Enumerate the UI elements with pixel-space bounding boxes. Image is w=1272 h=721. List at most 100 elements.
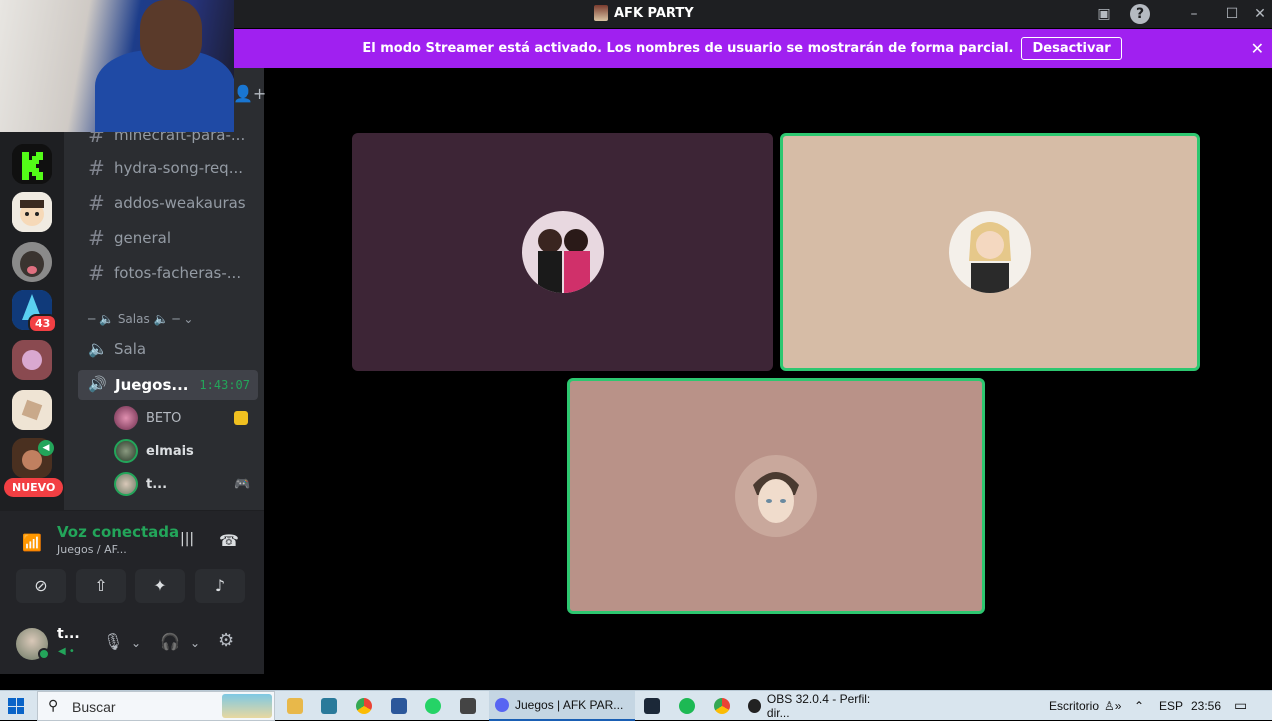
member-name: t... [146,476,168,492]
voice-channel-name: Sala [114,339,147,358]
activities-icon: ✦ [153,576,167,595]
activity-icon [234,411,248,425]
category-label: Salas [117,312,150,326]
desktop-toolbar[interactable]: Escritorio [1049,699,1099,713]
add-member-icon[interactable]: 👤+ [233,84,266,103]
windows-start-icon[interactable] [8,698,24,714]
channel-list: # minecraft-para-... # hydra-song-req... #… [64,68,264,510]
voice-channel-juegos[interactable]: 🔊 Juegos... 1:43:07 [78,370,258,400]
voice-activity-icon: ◀ [38,440,54,456]
server-kick[interactable] [12,144,52,184]
user-name[interactable]: t... [57,626,80,642]
signal-icon[interactable]: 📶 [22,533,42,552]
server-cartoon[interactable] [12,192,52,232]
obs-icon [748,699,761,713]
speaker-icon: 🔈 ─ ⌄ [153,312,194,326]
language-indicator[interactable]: ESP [1159,699,1183,713]
clock[interactable]: 23:56 [1191,699,1221,713]
taskbar-search[interactable]: ⚲ Buscar [37,691,275,721]
camera-button[interactable]: ⊘ [16,569,66,603]
online-status-icon [38,648,50,660]
participant-tile-2[interactable] [780,133,1200,371]
whatsapp-icon[interactable] [425,698,441,714]
streamer-mode-message: El modo Streamer está activado. Los nomb… [362,41,1014,56]
chevron-down-icon[interactable]: ⌄ [190,636,200,650]
server-pink[interactable] [12,340,52,380]
task-label: Juegos | AFK PAR... [515,698,624,712]
deactivate-button[interactable]: Desactivar [1021,37,1122,60]
avatar [114,439,138,463]
voice-member[interactable]: elmais [114,439,194,463]
member-name: BETO [146,410,182,426]
voice-member[interactable]: BETO [114,406,248,430]
maximize-icon[interactable]: ☐ [1222,4,1242,24]
voice-member[interactable]: t... 🎮 [114,472,250,496]
hash-icon: # [88,156,105,180]
participant-tile-1[interactable] [352,133,773,371]
tray-app-icon[interactable]: ♙» [1104,699,1121,713]
search-placeholder: Buscar [72,699,116,715]
window-title-text: AFK PARTY [614,5,694,21]
soundboard-button[interactable]: ♪ [195,569,245,603]
hash-icon: # [88,261,105,285]
help-icon[interactable]: ? [1130,4,1150,24]
speaker-icon: 🔊 [88,375,107,393]
settings-gear-icon[interactable]: ⚙ [218,630,234,651]
noise-suppression-icon[interactable]: ||| [180,531,194,547]
category-salas[interactable]: ─ 🔈 Salas 🔈 ─ ⌄ [88,312,193,326]
participant-tile-3[interactable] [567,378,985,614]
channel-name: general [114,229,172,247]
server-icon [594,5,608,21]
taskbar-obs[interactable]: OBS 32.0.4 - Perfil: dir... [742,691,892,721]
screen-share-icon[interactable]: ▣ [1094,4,1114,24]
channel-hydra[interactable]: # hydra-song-req... [88,156,243,180]
chrome-icon[interactable] [714,698,730,714]
notification-icon[interactable]: ▭ [1234,697,1247,714]
chevron-down-icon[interactable]: ⌄ [131,636,141,650]
search-icon: ⚲ [48,697,59,713]
minimize-icon[interactable]: – [1184,4,1204,24]
steam-icon[interactable] [644,698,660,714]
channel-name: hydra-song-req... [114,159,244,177]
task-label: OBS 32.0.4 - Perfil: dir... [766,692,871,720]
word-icon[interactable] [391,698,407,714]
app-icon[interactable] [321,698,337,714]
participant-avatar [735,455,817,537]
chrome-icon[interactable] [356,698,372,714]
windows-taskbar: ⚲ Buscar Juegos | AFK PAR... OBS 32.0.4 … [0,690,1272,721]
channel-name: addos-weakauras [114,194,246,212]
voice-location[interactable]: Juegos / AF... [57,543,127,556]
server-beige[interactable] [12,390,52,430]
spotify-icon[interactable] [679,698,695,714]
activities-button[interactable]: ✦ [135,569,185,603]
share-screen-button[interactable]: ⇧ [76,569,126,603]
close-banner-icon[interactable]: ✕ [1251,39,1264,58]
mention-count-badge: 43 [28,314,58,333]
beige-logo-icon [12,390,52,430]
disconnect-icon[interactable]: ☎ [219,531,239,550]
participant-avatar [949,211,1031,293]
chevron-up-icon[interactable]: ⌃ [1134,699,1144,713]
speaker-icon: ─ 🔈 [88,312,114,326]
app-icon[interactable] [460,698,476,714]
webcam-overlay [0,0,234,132]
new-badge[interactable]: NUEVO [4,478,64,497]
window-title: AFK PARTY [594,5,694,21]
close-window-icon[interactable]: ✕ [1250,4,1270,24]
channel-general[interactable]: # general [88,226,171,250]
channel-addos[interactable]: # addos-weakauras [88,191,246,215]
microphone-icon[interactable]: 🎙 [103,632,123,651]
gamepad-icon: 🎮 [234,476,251,492]
taskbar-discord[interactable]: Juegos | AFK PAR... [489,691,635,721]
voice-channel-sala[interactable]: 🔈 Sala [88,339,146,358]
speaking-indicator-icon: ◀ • [58,646,75,657]
voice-status[interactable]: Voz conectada [57,523,179,541]
file-explorer-icon[interactable] [287,698,303,714]
search-highlight-art [222,694,272,718]
webcam-head [140,0,202,70]
server-dog[interactable] [12,242,52,282]
hash-icon: # [88,226,105,250]
speaker-icon: 🔈 [88,339,108,358]
channel-fotos[interactable]: # fotos-facheras-... [88,261,241,285]
headphones-icon[interactable]: 🎧 [160,632,180,651]
